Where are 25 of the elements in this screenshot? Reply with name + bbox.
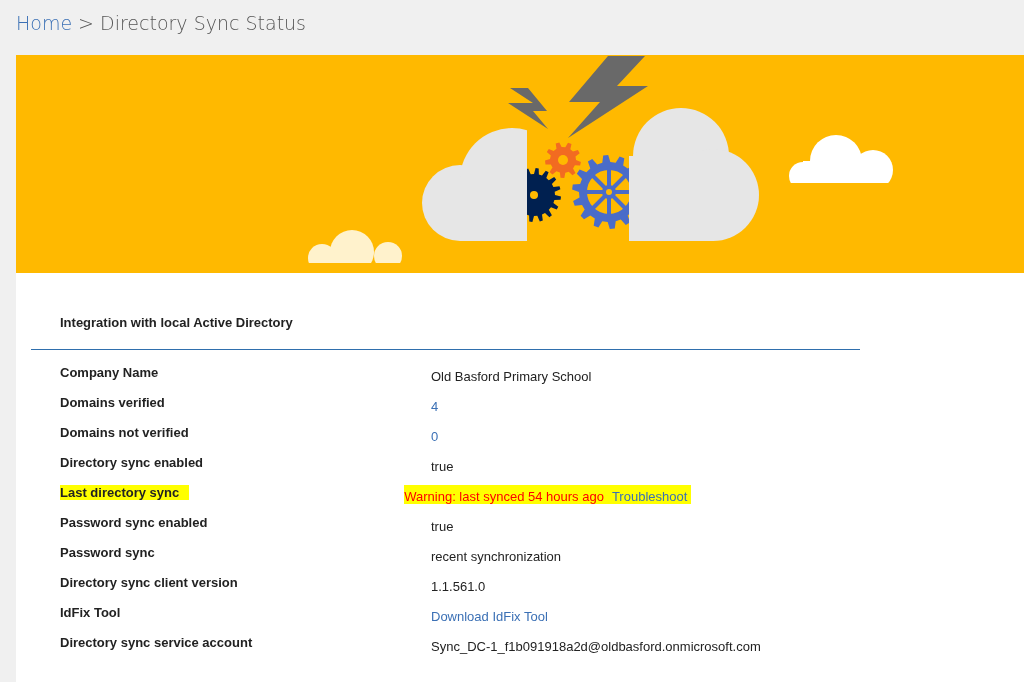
field-value: Sync_DC-1_f1b091918a2d@oldbasford.onmicrosoft.com bbox=[431, 639, 761, 654]
field-label: Company Name bbox=[60, 365, 160, 380]
value-link[interactable]: Troubleshoot bbox=[611, 489, 688, 504]
section-title: Integration with local Active Directory bbox=[31, 315, 860, 350]
field-label: Domains not verified bbox=[60, 425, 190, 440]
field-label: Directory sync enabled bbox=[60, 455, 205, 470]
field-value: recent synchronization bbox=[431, 549, 562, 564]
value-link[interactable]: 4 bbox=[431, 399, 439, 414]
breadcrumb-separator: > bbox=[78, 11, 95, 34]
breadcrumb-item: Directory Sync Status bbox=[100, 11, 307, 34]
field-label: Password sync bbox=[60, 545, 156, 560]
field-label: Last directory sync bbox=[60, 485, 190, 500]
field-value: Old Basford Primary School bbox=[431, 369, 592, 384]
breadcrumb-item[interactable]: Home bbox=[16, 11, 73, 34]
value-link[interactable]: 0 bbox=[431, 429, 439, 444]
warning-text: Warning: last synced 54 hours ago bbox=[404, 489, 604, 504]
field-label: Domains verified bbox=[60, 395, 166, 410]
field-label: IdFix Tool bbox=[60, 605, 122, 620]
field-label: Password sync enabled bbox=[60, 515, 209, 530]
field-label: Directory sync client version bbox=[60, 575, 239, 590]
field-label: Directory sync service account bbox=[60, 635, 254, 650]
field-value: 1.1.561.0 bbox=[431, 579, 486, 594]
field-value: true bbox=[431, 459, 454, 474]
field-value: true bbox=[431, 519, 454, 534]
value-link[interactable]: Download IdFix Tool bbox=[431, 609, 548, 624]
